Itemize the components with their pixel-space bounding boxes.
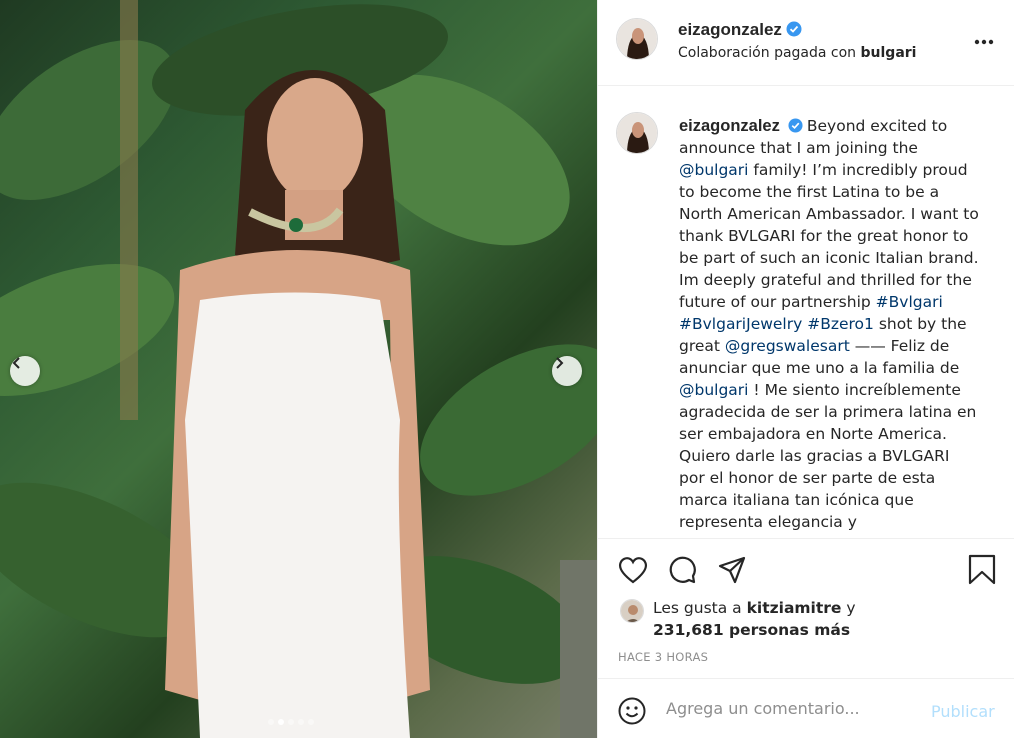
bookmark-icon: [968, 554, 996, 585]
author-username-row: eizagonzalez: [678, 20, 802, 40]
more-horizontal-icon: [974, 39, 994, 45]
emoji-icon: [618, 697, 646, 725]
carousel-prev-button[interactable]: [10, 356, 40, 386]
caption-area: eizagonzalez Beyond excited to announce t…: [598, 86, 1014, 538]
carousel-dot: [278, 719, 284, 725]
verified-badge-icon: [786, 21, 802, 37]
carousel-dot: [288, 719, 294, 725]
carousel-dot: [308, 719, 314, 725]
caption-body: Beyond excited to announce that I am joi…: [679, 117, 984, 531]
chevron-left-icon: [12, 357, 20, 369]
mention-link[interactable]: @bulgari: [679, 381, 749, 399]
publish-button[interactable]: Publicar: [931, 702, 995, 721]
hashtag-link[interactable]: #Bvlgari: [876, 293, 943, 311]
caption-username[interactable]: eizagonzalez: [679, 117, 780, 135]
mention-link[interactable]: @bulgari: [679, 161, 749, 179]
send-icon: [718, 556, 746, 584]
like-button[interactable]: [617, 555, 649, 589]
likes-summary: Les gusta a kitziamitre y 231,681 person…: [653, 597, 856, 641]
partner-link[interactable]: bulgari: [861, 45, 917, 61]
mention-link[interactable]: @gregswalesart: [725, 337, 850, 355]
verified-badge-icon: [788, 118, 803, 133]
comment-input[interactable]: [666, 693, 916, 723]
paid-partnership-label: Colaboración pagada con: [678, 45, 857, 61]
caption-text-segment: [943, 293, 948, 311]
more-options-button[interactable]: [974, 30, 994, 49]
author-avatar[interactable]: [616, 18, 658, 60]
hashtag-link[interactable]: #BvlgariJewelry: [679, 315, 802, 333]
heart-icon: [619, 557, 647, 584]
save-button[interactable]: [968, 554, 996, 590]
likes-count[interactable]: 231,681 personas más: [653, 621, 850, 639]
likes-prefix: Les gusta a: [653, 599, 742, 617]
post-photo: [0, 0, 597, 738]
avatar-image: [621, 600, 643, 622]
caption-text-segment: family! I’m incredibly proud to become t…: [679, 161, 984, 311]
share-button[interactable]: [717, 555, 747, 589]
caption-text-segment: ! Me siento increíblemente agradecida de…: [679, 381, 982, 531]
avatar-image: [617, 19, 657, 59]
carousel-dot: [298, 719, 304, 725]
post-header: eizagonzalez Colaboración pagada con bul…: [598, 0, 1014, 86]
post-media[interactable]: [0, 0, 597, 738]
comment-icon: [669, 556, 696, 584]
chevron-right-icon: [556, 357, 564, 369]
caption-avatar[interactable]: [616, 112, 658, 154]
author-username[interactable]: eizagonzalez: [678, 20, 782, 39]
carousel-dots: [268, 719, 314, 725]
liker-username[interactable]: kitziamitre: [747, 599, 842, 617]
liker-avatar[interactable]: [620, 599, 644, 623]
hashtag-link[interactable]: #Bzero1: [807, 315, 874, 333]
post-panel: eizagonzalez Colaboración pagada con bul…: [597, 0, 1014, 738]
avatar-image: [617, 113, 657, 153]
action-section: Les gusta a kitziamitre y 231,681 person…: [598, 538, 1014, 678]
comment-bar: Publicar: [598, 678, 1014, 738]
carousel-next-button[interactable]: [552, 356, 582, 386]
carousel-dot: [268, 719, 274, 725]
emoji-button[interactable]: [618, 697, 646, 729]
paid-partnership-line: Colaboración pagada con bulgari: [678, 45, 916, 61]
comment-button[interactable]: [667, 555, 697, 589]
caption-text: eizagonzalez Beyond excited to announce t…: [679, 115, 979, 533]
likes-connector: y: [846, 599, 856, 617]
post-timestamp[interactable]: HACE 3 HORAS: [618, 650, 708, 664]
